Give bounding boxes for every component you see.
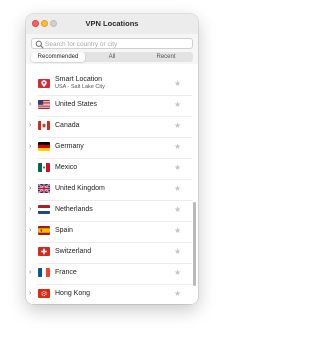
chevron-right-icon[interactable]: › (29, 206, 31, 214)
favorite-star-icon[interactable]: ★ (174, 121, 181, 130)
france-flag-icon (38, 268, 50, 277)
list-item-canada[interactable]: › Canada ★ (26, 116, 198, 137)
search-input[interactable] (45, 39, 190, 49)
search-icon (35, 40, 44, 49)
favorite-star-icon[interactable]: ★ (174, 163, 181, 172)
tab-all[interactable]: All (85, 52, 139, 62)
location-name: Canada (55, 122, 80, 129)
title-bar: VPN Locations (26, 14, 198, 34)
switzerland-flag-icon (38, 247, 50, 256)
location-name: Netherlands (55, 206, 93, 213)
location-name: Mexico (55, 164, 78, 171)
location-sublabel: USA - Salt Lake City (55, 84, 105, 90)
scrollbar-thumb[interactable] (193, 202, 196, 286)
location-name: United Kingdom (55, 185, 105, 192)
chevron-right-icon[interactable]: › (29, 185, 31, 193)
favorite-star-icon[interactable]: ★ (174, 205, 181, 214)
chevron-right-icon[interactable]: › (29, 101, 31, 109)
us-flag-icon (38, 100, 50, 109)
germany-flag-icon (38, 142, 50, 151)
chevron-right-icon[interactable]: › (29, 290, 31, 298)
favorite-star-icon[interactable]: ★ (174, 268, 181, 277)
location-list: Smart Location USA - Salt Lake City ★ › … (26, 64, 198, 304)
favorite-star-icon[interactable]: ★ (174, 184, 181, 193)
list-item-spain[interactable]: › Spain ★ (26, 221, 198, 242)
location-name: Germany (55, 143, 84, 150)
list-item-united-kingdom[interactable]: › United Kingdom ★ (26, 179, 198, 200)
canada-flag-icon (38, 121, 50, 130)
favorite-star-icon[interactable]: ★ (174, 289, 181, 298)
location-name: Spain (55, 227, 73, 234)
smart-location-icon (38, 79, 50, 88)
favorite-star-icon[interactable]: ★ (174, 142, 181, 151)
tab-recommended[interactable]: Recommended (31, 52, 85, 62)
chevron-right-icon[interactable]: › (29, 227, 31, 235)
vpn-locations-window: VPN Locations Recommended All Recent Sma… (26, 14, 198, 304)
location-name: Switzerland (55, 248, 92, 255)
list-item-france[interactable]: › France ★ (26, 263, 198, 284)
list-item-germany[interactable]: › Germany ★ (26, 137, 198, 158)
list-item-mexico[interactable]: Mexico ★ (26, 158, 198, 179)
chevron-right-icon[interactable]: › (29, 269, 31, 277)
favorite-star-icon[interactable]: ★ (174, 247, 181, 256)
chevron-right-icon[interactable]: › (29, 122, 31, 130)
location-name: France (55, 269, 77, 276)
search-field[interactable] (31, 38, 193, 49)
list-item-united-states[interactable]: › United States ★ (26, 95, 198, 116)
spain-flag-icon (38, 226, 50, 235)
uk-flag-icon (38, 184, 50, 193)
window-title: VPN Locations (85, 19, 139, 28)
list-item-switzerland[interactable]: Switzerland ★ (26, 242, 198, 263)
chevron-right-icon[interactable]: › (29, 143, 31, 151)
list-item-hong-kong[interactable]: › Hong Kong ★ (26, 284, 198, 304)
location-name: United States (55, 101, 98, 108)
tab-recent[interactable]: Recent (139, 52, 193, 62)
favorite-star-icon[interactable]: ★ (174, 226, 181, 235)
list-item-netherlands[interactable]: › Netherlands ★ (26, 200, 198, 221)
location-tabs: Recommended All Recent (31, 52, 193, 62)
mexico-flag-icon (38, 163, 50, 172)
favorite-star-icon[interactable]: ★ (174, 79, 181, 88)
location-name: Smart Location (55, 76, 103, 83)
list-item-smart-location[interactable]: Smart Location USA - Salt Lake City ★ (26, 74, 198, 95)
netherlands-flag-icon (38, 205, 50, 214)
favorite-star-icon[interactable]: ★ (174, 100, 181, 109)
location-name: Hong Kong (55, 290, 91, 297)
hong-kong-flag-icon (38, 289, 50, 298)
